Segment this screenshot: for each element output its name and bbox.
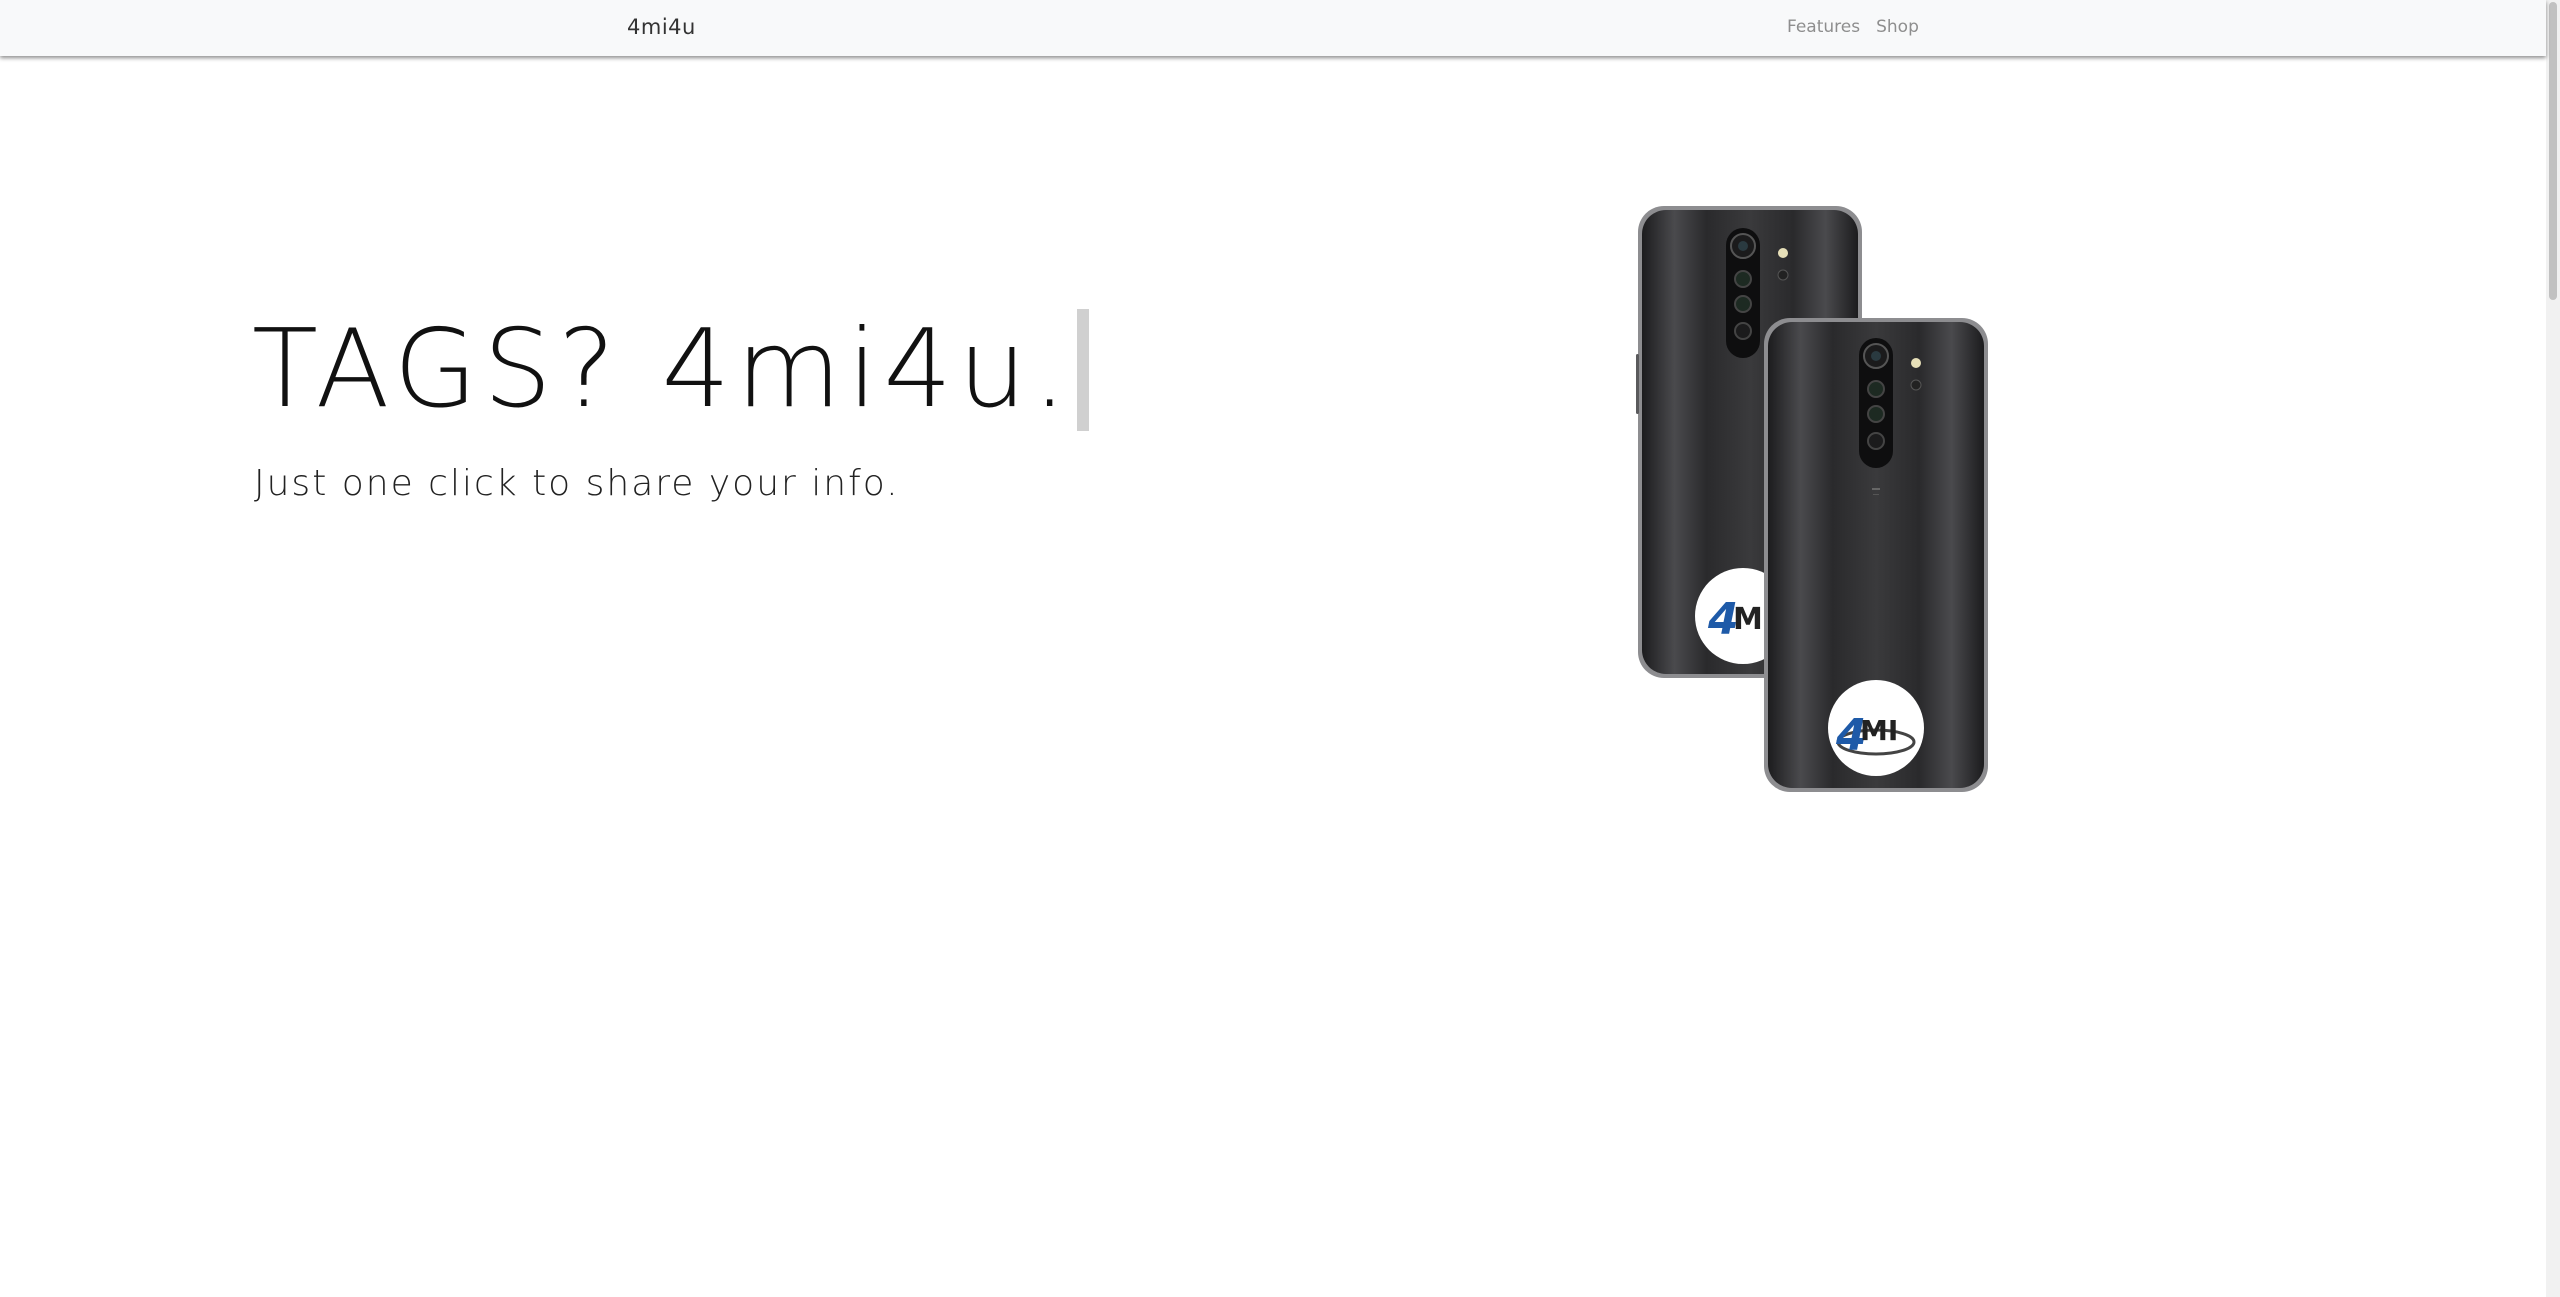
brand-link[interactable]: 4mi4u — [627, 15, 696, 39]
typing-cursor — [1076, 309, 1089, 431]
hero-title: TAGS? 4mi4u. — [252, 300, 1089, 440]
hero-subtitle: Just one click to share your info. — [254, 463, 900, 504]
phones-illustration: 4 M 4 MI — [1636, 206, 1988, 792]
front-phone: 4 MI — [1764, 318, 1988, 792]
page-scrollbar[interactable] — [2546, 0, 2560, 1297]
phones-image: 4 M 4 MI — [1630, 204, 2000, 804]
svg-text:MI: MI — [1860, 714, 1898, 747]
svg-text:M: M — [1733, 602, 1763, 637]
nav-link-shop[interactable]: Shop — [1876, 17, 1919, 37]
nav-links: Features Shop — [1787, 17, 1919, 37]
top-navbar: 4mi4u Features Shop — [0, 0, 2546, 56]
hero-title-text: TAGS? 4mi4u. — [252, 307, 1073, 432]
scrollbar-thumb[interactable] — [2549, 2, 2557, 300]
nav-link-features[interactable]: Features — [1787, 17, 1860, 37]
